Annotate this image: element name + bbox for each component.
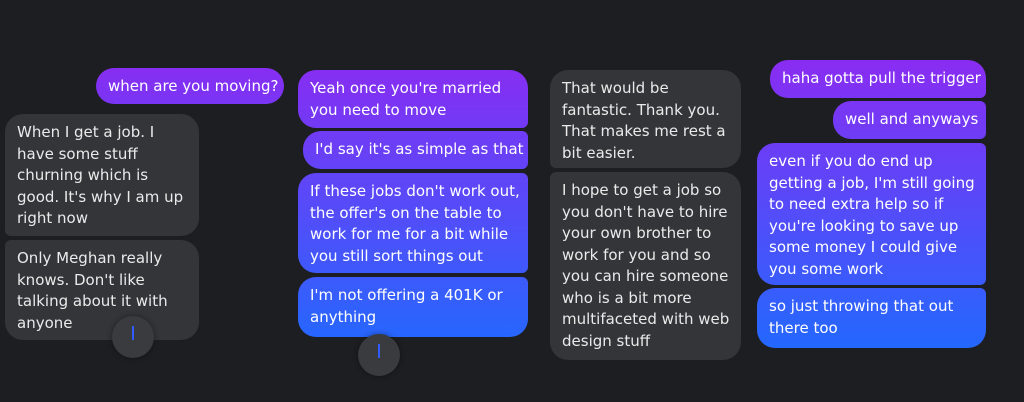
message-text: you still sort things out (310, 246, 483, 265)
scroll-to-bottom-icon[interactable] (112, 316, 154, 358)
message-text: some money I could give (769, 238, 958, 256)
message-text: design stuff (562, 331, 651, 350)
message-text: getting a job, I'm still going (769, 173, 975, 192)
message-bubble-sent[interactable]: so just throwing that out there too (757, 288, 986, 348)
message-text: That would be (562, 79, 669, 97)
message-text: well and anyways (845, 110, 979, 128)
message-text: who is a bit more (562, 288, 692, 307)
message-text: haha gotta pull the trigger (782, 69, 981, 87)
message-text: you need to move (310, 100, 447, 119)
message-text: When I get a job. I (17, 123, 155, 141)
message-text: talking about it with (17, 292, 168, 310)
message-text: I'd say it's as simple as that (315, 140, 524, 158)
message-text: right now (17, 209, 88, 227)
message-text: Only Meghan really (17, 249, 163, 267)
chat-column-1: when are you moving? When I get a job. I… (0, 0, 290, 402)
message-text: you're looking to save up (769, 216, 959, 235)
message-text: knows. Don't like (17, 270, 145, 289)
message-text: anyone (17, 313, 73, 332)
message-bubble-sent[interactable]: even if you do end up getting a job, I'm… (757, 143, 986, 285)
message-bubble-received[interactable]: Only Meghan really knows. Don't like tal… (5, 240, 199, 340)
message-text: work for me for a bit while (310, 225, 509, 243)
message-bubble-received[interactable]: When I get a job. I have some stuff chur… (5, 114, 199, 236)
message-bubble-sent[interactable]: well and anyways (833, 101, 986, 139)
message-text: good. It's why I am up (17, 187, 184, 206)
message-text: have some stuff (17, 144, 138, 163)
message-text: when are you moving? (108, 77, 279, 95)
message-text: there too (769, 318, 838, 337)
message-bubble-sent[interactable]: when are you moving? (96, 68, 284, 104)
message-text: That makes me rest a (562, 122, 726, 140)
message-text: multifaceted with web (562, 310, 730, 328)
message-text: anything (310, 307, 377, 326)
message-text: to need extra help so if (769, 195, 944, 213)
message-bubble-received[interactable]: That would be fantastic. Thank you. That… (550, 70, 741, 168)
message-text: work for you and so (562, 245, 711, 264)
message-text: your own brother to (562, 224, 712, 242)
message-text: bit easier. (562, 143, 636, 162)
message-text: Yeah once you're married (310, 79, 502, 97)
chat-column-4: haha gotta pull the trigger well and any… (755, 0, 1024, 402)
message-text: fantastic. Thank you. (562, 100, 720, 119)
message-bubble-sent[interactable]: haha gotta pull the trigger (770, 60, 986, 98)
scroll-to-bottom-icon[interactable] (358, 334, 400, 376)
message-text: so just throwing that out (769, 297, 954, 315)
message-text: even if you do end up (769, 152, 933, 170)
message-bubble-received[interactable]: I hope to get a job so you don't have to… (550, 172, 741, 360)
message-text: you don't have to hire (562, 202, 728, 221)
chat-column-2: Yeah once you're married you need to mov… (290, 0, 535, 402)
message-text: I'm not offering a 401K or (310, 286, 503, 304)
chat-column-3: That would be fantastic. Thank you. That… (535, 0, 755, 402)
message-text: the offer's on the table to (310, 203, 502, 222)
message-text: I hope to get a job so (562, 181, 722, 199)
message-text: churning which is (17, 166, 149, 184)
message-text: you can hire someone (562, 267, 729, 285)
message-bubble-sent[interactable]: I'm not offering a 401K or anything (298, 277, 528, 337)
message-text: you some work (769, 259, 884, 278)
message-bubble-sent[interactable]: If these jobs don't work out, the offer'… (298, 173, 528, 273)
message-bubble-sent[interactable]: Yeah once you're married you need to mov… (298, 70, 528, 128)
message-bubble-sent[interactable]: I'd say it's as simple as that (303, 131, 528, 169)
message-text: If these jobs don't work out, (310, 182, 520, 200)
